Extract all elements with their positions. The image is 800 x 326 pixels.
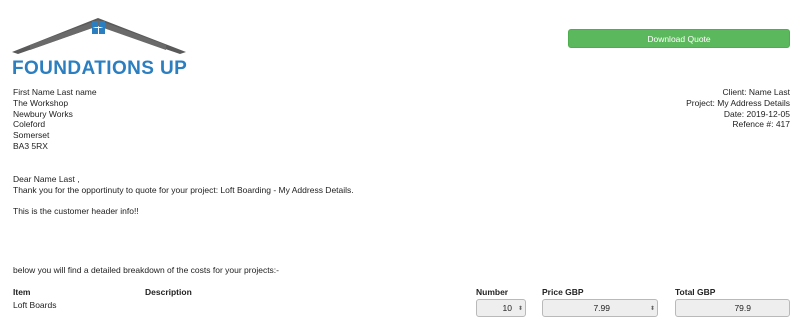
price-stepper[interactable]: 7.99 ⬍ bbox=[542, 299, 658, 317]
sender-address-line: BA3 5RX bbox=[13, 140, 48, 151]
quantity-value: 10 bbox=[502, 303, 512, 313]
header-info-text: This is the customer header info!! bbox=[13, 206, 139, 217]
column-header-total: Total GBP bbox=[675, 287, 716, 297]
sender-address-line: Coleford bbox=[13, 119, 46, 130]
client-name: Client: Name Last bbox=[722, 87, 790, 97]
greeting: Dear Name Last , bbox=[13, 174, 80, 184]
price-value: 7.99 bbox=[593, 303, 610, 313]
brand-name: FOUNDATIONS UP bbox=[12, 58, 188, 79]
house-roof-icon bbox=[12, 18, 186, 54]
breakdown-intro: below you will find a detailed breakdown… bbox=[13, 265, 279, 275]
reference-number: Refence #: 417 bbox=[732, 119, 790, 130]
quote-date: Date: 2019-12-05 bbox=[723, 108, 790, 119]
sender-address-line: The Workshop bbox=[13, 97, 69, 108]
column-header-price: Price GBP bbox=[542, 287, 584, 297]
row-item: Loft Boards bbox=[13, 300, 57, 310]
spinner-arrows-icon[interactable]: ⬍ bbox=[648, 300, 657, 316]
download-quote-button[interactable]: Download Quote bbox=[568, 29, 790, 48]
client-info: Client: Name Last Project: My Address De… bbox=[686, 87, 790, 130]
column-header-description: Description bbox=[145, 287, 192, 297]
total-value: 79.9 bbox=[734, 303, 751, 313]
letter-body: Dear Name Last , Thank you for the oppor… bbox=[13, 174, 354, 217]
sender-address-line: Newbury Works bbox=[13, 108, 73, 119]
column-header-number: Number bbox=[476, 287, 509, 297]
column-header-item: Item bbox=[13, 287, 31, 297]
quantity-stepper[interactable]: 10 ⬍ bbox=[476, 299, 526, 317]
intro-text: Thank you for the opportinuty to quote f… bbox=[13, 184, 354, 195]
project-name: Project: My Address Details bbox=[686, 97, 790, 108]
sender-address-line: Somerset bbox=[13, 130, 50, 141]
sender-address: First Name Last name The Workshop Newbur… bbox=[13, 87, 97, 152]
company-logo: FOUNDATIONS UP bbox=[10, 10, 190, 80]
sender-address-line: First Name Last name bbox=[13, 87, 97, 97]
spinner-arrows-icon[interactable]: ⬍ bbox=[516, 300, 525, 316]
total-field: 79.9 bbox=[675, 299, 790, 317]
